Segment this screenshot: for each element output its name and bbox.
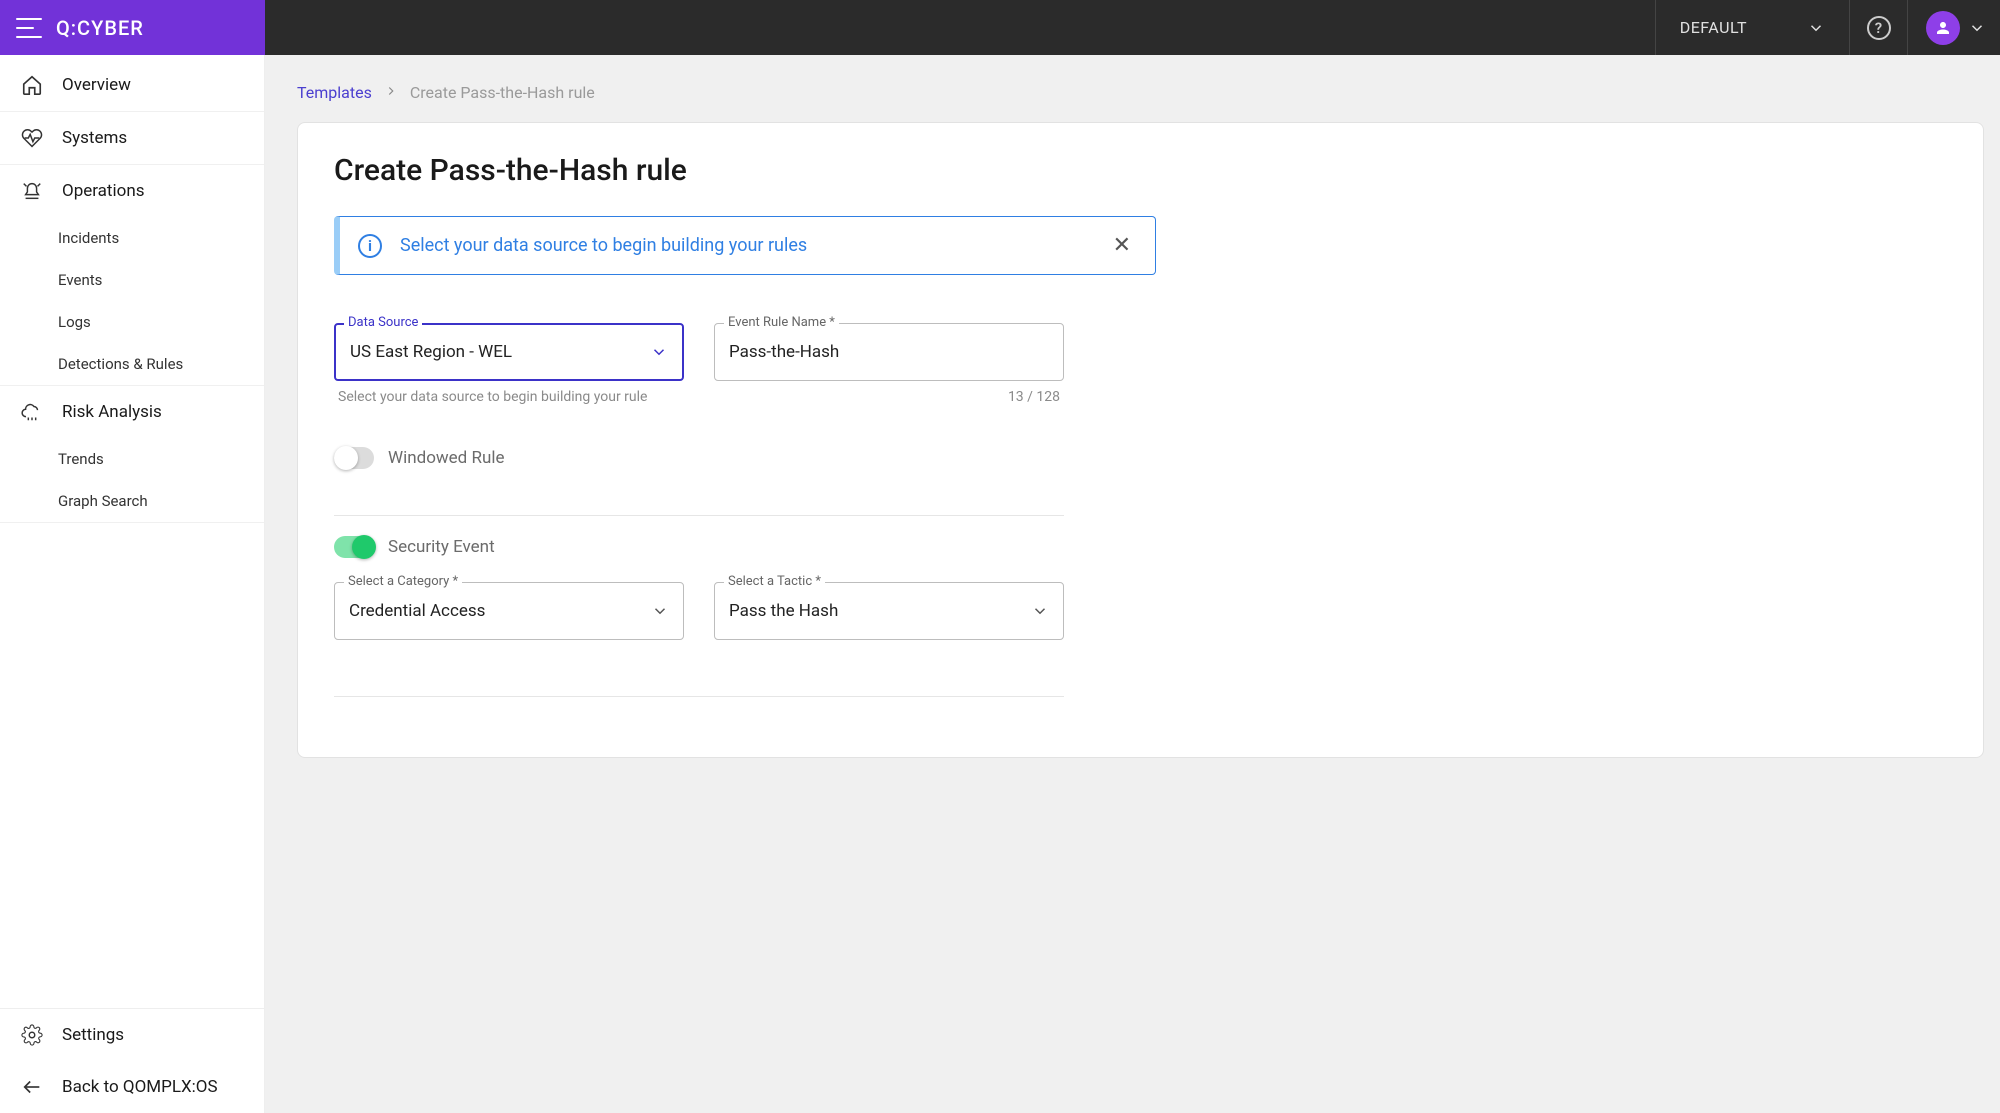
help-button[interactable]: ? — [1849, 0, 1907, 55]
cloud-rain-icon — [20, 400, 44, 424]
sidebar-item-label: Events — [58, 271, 102, 289]
rule-name-input[interactable]: Pass-the-Hash — [714, 323, 1064, 381]
divider — [334, 515, 1064, 516]
info-banner-message: Select your data source to begin buildin… — [400, 235, 1089, 256]
brand-name: Q:CYBER — [56, 16, 144, 40]
toggle-label: Security Event — [388, 537, 495, 557]
data-source-select[interactable]: US East Region - WEL — [334, 323, 684, 381]
chevron-down-icon — [1968, 19, 1986, 37]
person-icon — [1934, 19, 1952, 37]
sidebar-item-risk[interactable]: Risk Analysis — [0, 386, 264, 438]
tactic-select[interactable]: Pass the Hash — [714, 582, 1064, 640]
gear-icon — [20, 1023, 44, 1047]
form-card: Create Pass-the-Hash rule i Select your … — [297, 122, 1984, 758]
category-select[interactable]: Credential Access — [334, 582, 684, 640]
arrow-left-icon — [20, 1075, 44, 1099]
field-help: Select your data source to begin buildin… — [334, 381, 684, 405]
sidebar-item-overview[interactable]: Overview — [0, 59, 264, 112]
info-banner: i Select your data source to begin build… — [334, 216, 1156, 275]
breadcrumb-parent[interactable]: Templates — [297, 83, 372, 102]
sidebar-item-label: Operations — [62, 181, 145, 201]
windowed-rule-toggle[interactable] — [334, 447, 374, 469]
brand: Q:CYBER — [0, 0, 265, 55]
sidebar-item-incidents[interactable]: Incidents — [0, 217, 264, 259]
sidebar: Overview Systems Operations Incidents Ev… — [0, 55, 265, 1113]
sidebar-item-label: Systems — [62, 128, 127, 148]
sidebar-item-label: Graph Search — [58, 492, 148, 510]
sidebar-item-label: Overview — [62, 75, 131, 95]
menu-toggle-icon[interactable] — [16, 18, 42, 38]
sidebar-item-label: Detections & Rules — [58, 355, 183, 373]
sidebar-item-logs[interactable]: Logs — [0, 301, 264, 343]
data-source-field: Data Source US East Region - WEL Select … — [334, 323, 684, 405]
data-source-value: US East Region - WEL — [350, 342, 512, 362]
page-title: Create Pass-the-Hash rule — [334, 153, 1947, 188]
user-menu[interactable] — [1907, 0, 2000, 55]
divider — [334, 696, 1064, 697]
main-content: Templates Create Pass-the-Hash rule Crea… — [265, 55, 2000, 1113]
field-label: Select a Tactic * — [724, 574, 825, 589]
field-label: Event Rule Name * — [724, 315, 839, 330]
chevron-down-icon — [1807, 19, 1825, 37]
sidebar-item-events[interactable]: Events — [0, 259, 264, 301]
avatar — [1926, 11, 1960, 45]
security-event-row: Security Event — [334, 536, 1947, 558]
sidebar-item-settings[interactable]: Settings — [0, 1009, 264, 1061]
category-field: Select a Category * Credential Access — [334, 582, 684, 640]
tactic-field: Select a Tactic * Pass the Hash — [714, 582, 1064, 640]
field-label: Select a Category * — [344, 574, 462, 589]
close-icon[interactable]: ✕ — [1107, 233, 1137, 258]
tenant-selector[interactable]: DEFAULT — [1655, 0, 1849, 55]
help-icon: ? — [1867, 16, 1891, 40]
field-label: Data Source — [344, 315, 422, 330]
sidebar-item-graph-search[interactable]: Graph Search — [0, 480, 264, 523]
char-counter: 13 / 128 — [714, 381, 1064, 405]
home-icon — [20, 73, 44, 97]
sidebar-item-systems[interactable]: Systems — [0, 112, 264, 165]
chevron-down-icon — [651, 602, 669, 620]
alert-icon — [20, 179, 44, 203]
heartbeat-icon — [20, 126, 44, 150]
sidebar-item-back[interactable]: Back to QOMPLX:OS — [0, 1061, 264, 1113]
category-value: Credential Access — [349, 601, 485, 621]
sidebar-item-label: Settings — [62, 1025, 124, 1045]
rule-name-value: Pass-the-Hash — [729, 342, 839, 362]
tactic-value: Pass the Hash — [729, 601, 838, 621]
sidebar-item-operations[interactable]: Operations — [0, 165, 264, 217]
windowed-rule-row: Windowed Rule — [334, 447, 1947, 469]
sidebar-item-label: Trends — [58, 450, 104, 468]
sidebar-item-label: Logs — [58, 313, 91, 331]
sidebar-item-label: Risk Analysis — [62, 402, 162, 422]
breadcrumb: Templates Create Pass-the-Hash rule — [265, 55, 2000, 122]
tenant-selector-label: DEFAULT — [1680, 18, 1747, 37]
chevron-down-icon — [1031, 602, 1049, 620]
sidebar-item-trends[interactable]: Trends — [0, 438, 264, 480]
security-event-toggle[interactable] — [334, 536, 374, 558]
sidebar-item-detections[interactable]: Detections & Rules — [0, 343, 264, 386]
chevron-right-icon — [384, 83, 398, 102]
sidebar-item-label: Back to QOMPLX:OS — [62, 1077, 218, 1097]
chevron-down-icon — [650, 343, 668, 361]
topbar: Q:CYBER DEFAULT ? — [0, 0, 2000, 55]
info-icon: i — [358, 234, 382, 258]
toggle-label: Windowed Rule — [388, 448, 504, 468]
rule-name-field: Event Rule Name * Pass-the-Hash 13 / 128 — [714, 323, 1064, 405]
breadcrumb-current: Create Pass-the-Hash rule — [410, 83, 595, 102]
sidebar-item-label: Incidents — [58, 229, 119, 247]
